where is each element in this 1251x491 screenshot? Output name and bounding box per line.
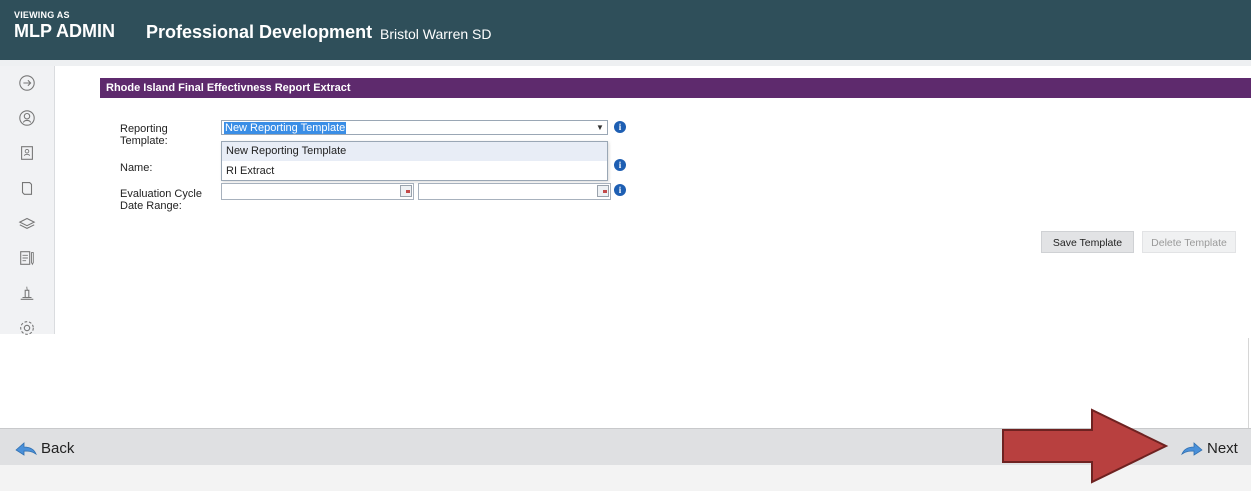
delete-template-button[interactable]: Delete Template	[1142, 231, 1236, 253]
divider	[1248, 338, 1249, 428]
layers-icon[interactable]	[17, 213, 37, 233]
dropdown-option[interactable]: RI Extract	[222, 162, 607, 181]
book-icon[interactable]	[17, 178, 37, 198]
chevron-down-icon[interactable]: ▼	[594, 122, 606, 133]
selected-template-value: New Reporting Template	[224, 122, 347, 134]
next-button[interactable]: Next	[1180, 438, 1238, 458]
info-icon[interactable]: i	[614, 184, 626, 196]
save-template-button[interactable]: Save Template	[1041, 231, 1134, 253]
template-dropdown-list: New Reporting Template RI Extract	[221, 141, 608, 181]
back-arrow-icon	[15, 442, 37, 456]
back-label: Back	[41, 439, 75, 457]
role-name[interactable]: MLP ADMIN	[14, 21, 115, 42]
sidebar	[0, 66, 55, 335]
district-name[interactable]: Bristol Warren SD	[380, 26, 492, 42]
notes-icon[interactable]	[17, 248, 37, 268]
highlight-arrow-icon	[1002, 408, 1169, 484]
calendar-icon[interactable]	[400, 185, 412, 197]
top-header: VIEWING AS MLP ADMIN Professional Develo…	[0, 0, 1251, 60]
info-icon[interactable]: i	[614, 159, 626, 171]
viewing-as-label: VIEWING AS	[14, 10, 70, 20]
start-date-field[interactable]	[221, 183, 414, 200]
user-circle-icon[interactable]	[17, 108, 37, 128]
gear-icon[interactable]	[17, 318, 37, 338]
end-date-field[interactable]	[418, 183, 611, 200]
next-arrow-icon	[1181, 442, 1203, 456]
app-title[interactable]: Professional Development	[146, 22, 372, 43]
calendar-icon[interactable]	[597, 185, 609, 197]
candle-icon[interactable]	[17, 283, 37, 303]
reporting-template-label: Reporting Template:	[120, 123, 168, 147]
evaluation-cycle-label: Evaluation Cycle Date Range:	[120, 188, 202, 212]
arrow-circle-right-icon[interactable]	[17, 73, 37, 93]
reporting-template-select[interactable]: New Reporting Template ▼	[221, 120, 608, 135]
contacts-book-icon[interactable]	[17, 143, 37, 163]
panel-title: Rhode Island Final Effectivness Report E…	[100, 78, 1251, 98]
next-label: Next	[1207, 439, 1238, 457]
info-icon[interactable]: i	[614, 121, 626, 133]
back-button[interactable]: Back	[14, 438, 74, 458]
header-divider	[0, 60, 1251, 66]
name-label: Name:	[120, 162, 153, 174]
dropdown-option[interactable]: New Reporting Template	[222, 142, 607, 161]
